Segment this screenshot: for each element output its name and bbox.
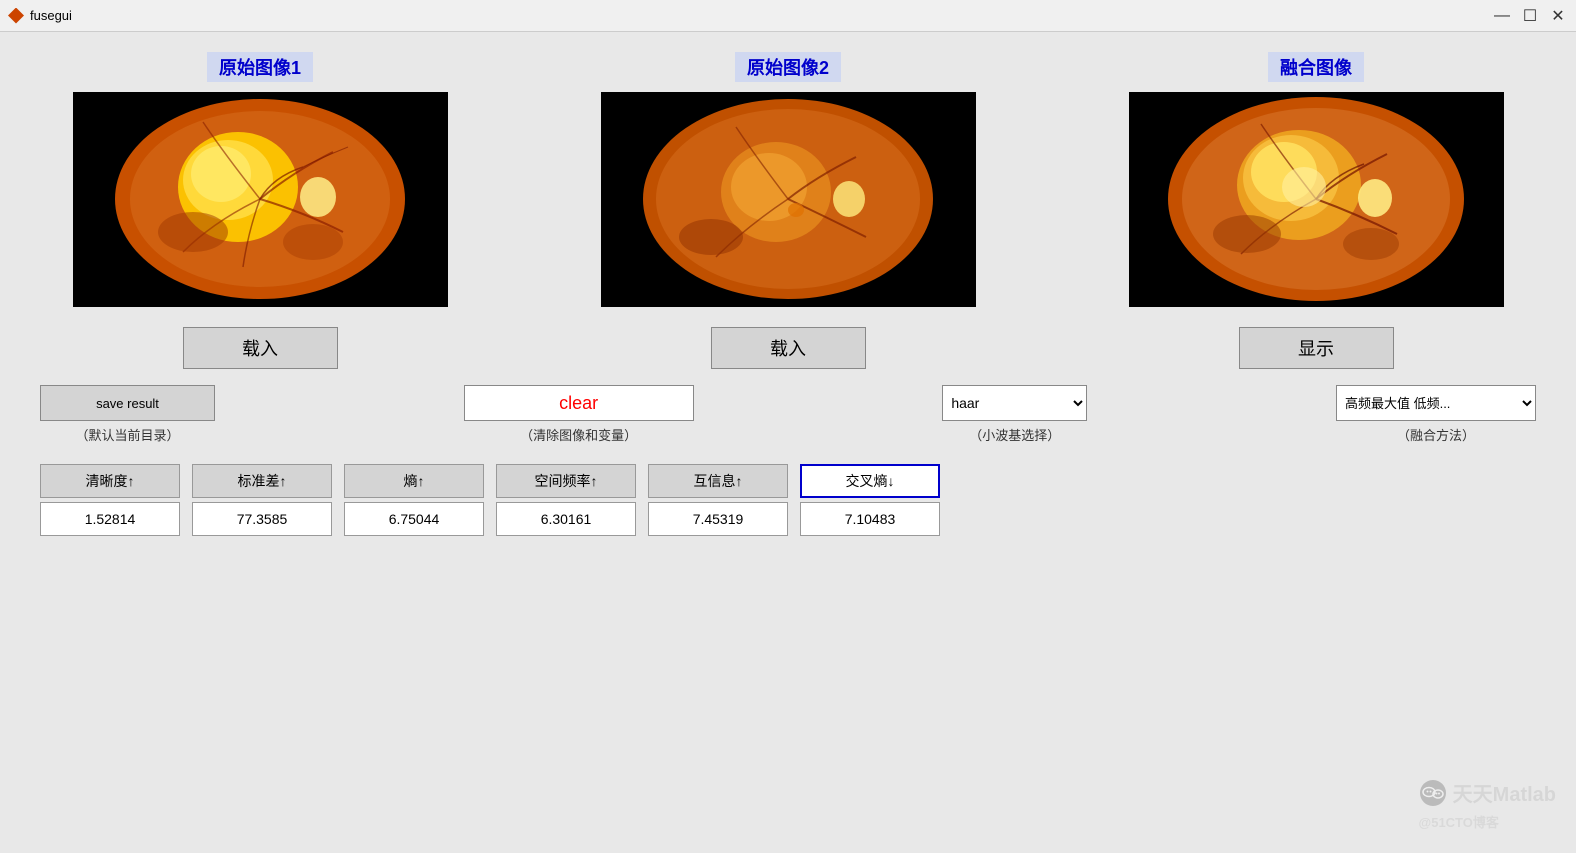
clear-button[interactable]: clear [464,385,694,421]
maximize-button[interactable]: ☐ [1520,6,1540,26]
image-panel-2: 原始图像2 [568,52,1008,307]
clear-hint: （清除图像和变量） [520,425,637,444]
clarity-value: 1.52814 [40,502,180,536]
watermark-text: 天天Matlab [1453,784,1556,806]
image-box-1 [73,92,448,307]
matlab-icon [8,8,24,24]
clarity-label: 清晰度↑ [40,464,180,498]
control-group-clear: clear （清除图像和变量） [464,385,694,444]
metric-group-entropy: 熵↑ 6.75044 [344,464,484,536]
btn-panel-1: 载入 [40,327,480,369]
controls-row: save result （默认当前目录） clear （清除图像和变量） haa… [40,385,1536,444]
watermark-sub: @51CTO博客 [1419,815,1499,830]
control-group-save: save result （默认当前目录） [40,385,215,444]
image-box-3 [1129,92,1504,307]
wavelet-select[interactable]: haar db2 db4 sym4 coif1 [942,385,1087,421]
method-hint: （融合方法） [1397,425,1475,444]
entropy-label: 熵↑ [344,464,484,498]
stddev-value: 77.3585 [192,502,332,536]
title-bar-controls: — ☐ ✕ [1492,6,1568,26]
image-label-3: 融合图像 [1268,52,1364,82]
control-group-wavelet: haar db2 db4 sym4 coif1 （小波基选择） [942,385,1087,444]
watermark: 天天Matlab @51CTO博客 [1419,778,1556,833]
eye-image-2 [601,92,976,307]
mutual-label: 互信息↑ [648,464,788,498]
images-row: 原始图像1 [40,52,1536,307]
btn-panel-3: 显示 [1096,327,1536,369]
load-button-2[interactable]: 载入 [711,327,866,369]
stddev-label: 标准差↑ [192,464,332,498]
save-result-button[interactable]: save result [40,385,215,421]
eye-image-3 [1129,92,1504,307]
title-bar-left: fusegui [8,8,72,24]
metric-group-stddev: 标准差↑ 77.3585 [192,464,332,536]
app-title: fusegui [30,8,72,23]
cross-label: 交叉熵↓ [800,464,940,498]
control-group-method: 高频最大值 低频... 高频最大值 低频平均 高频加权 低频平均 （融合方法） [1336,385,1536,444]
save-hint: （默认当前目录） [75,425,179,444]
image-panel-3: 融合图像 [1096,52,1536,307]
spatial-value: 6.30161 [496,502,636,536]
mutual-value: 7.45319 [648,502,788,536]
metric-group-spatial: 空间频率↑ 6.30161 [496,464,636,536]
buttons-row: 载入 载入 显示 [40,327,1536,369]
image-label-1: 原始图像1 [207,52,313,82]
cross-value: 7.10483 [800,502,940,536]
minimize-button[interactable]: — [1492,6,1512,26]
metric-group-clarity: 清晰度↑ 1.52814 [40,464,180,536]
wavelet-hint: （小波基选择） [969,425,1060,444]
title-bar: fusegui — ☐ ✕ [0,0,1576,32]
image-panel-1: 原始图像1 [40,52,480,307]
spatial-label: 空间频率↑ [496,464,636,498]
metrics-row: 清晰度↑ 1.52814 标准差↑ 77.3585 熵↑ 6.75044 空间频… [40,464,1536,536]
metric-group-mutual: 互信息↑ 7.45319 [648,464,788,536]
btn-panel-2: 载入 [568,327,1008,369]
wechat-icon [1419,779,1447,807]
image-box-2 [601,92,976,307]
metric-group-cross: 交叉熵↓ 7.10483 [800,464,940,536]
display-button[interactable]: 显示 [1239,327,1394,369]
image-label-2: 原始图像2 [735,52,841,82]
eye-image-1 [73,92,448,307]
main-content: 原始图像1 [0,32,1576,556]
entropy-value: 6.75044 [344,502,484,536]
close-button[interactable]: ✕ [1548,6,1568,26]
load-button-1[interactable]: 载入 [183,327,338,369]
method-select[interactable]: 高频最大值 低频... 高频最大值 低频平均 高频加权 低频平均 [1336,385,1536,421]
